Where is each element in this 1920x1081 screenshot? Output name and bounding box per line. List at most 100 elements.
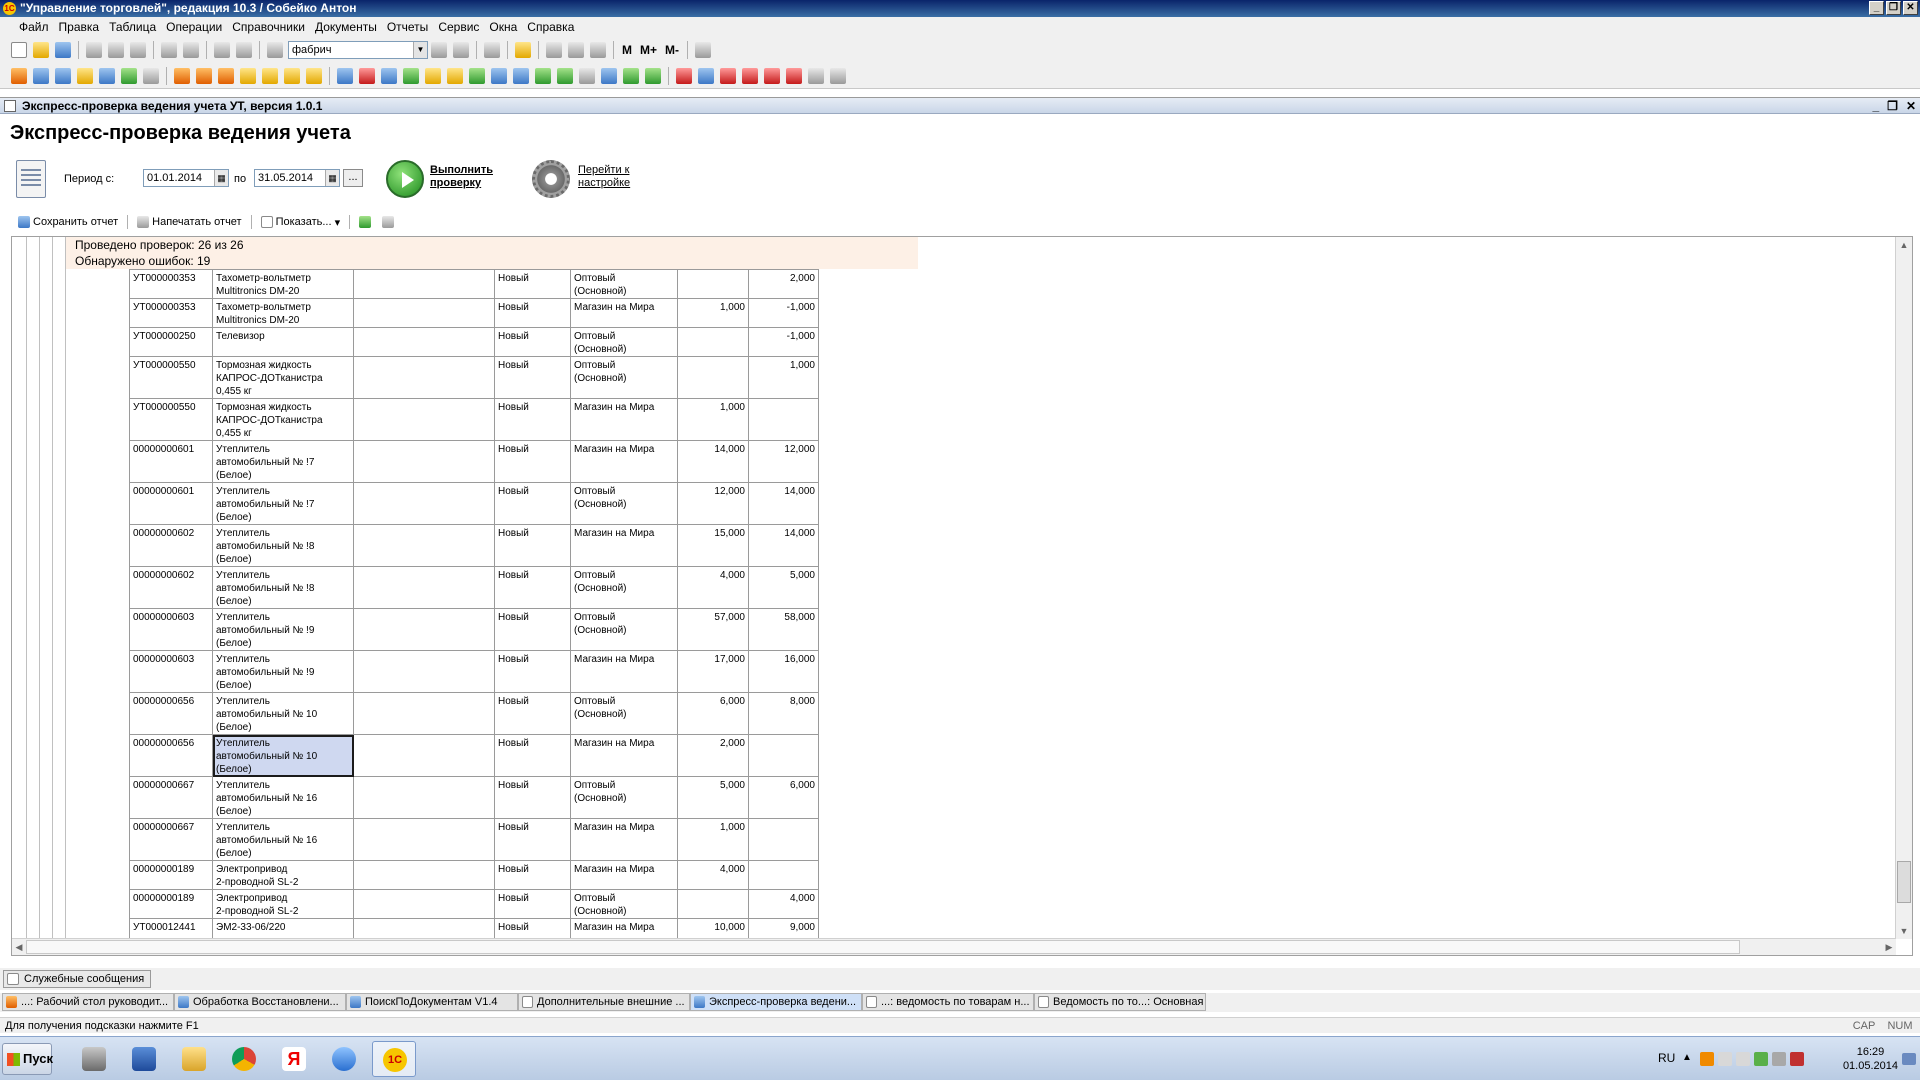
go-to-settings-link[interactable]: Перейти к настройке	[578, 164, 658, 190]
report-spreadsheet[interactable]: Проведено проверок: 26 из 26 Обнаружено …	[11, 236, 1913, 956]
row-warehouse-cell[interactable]: Магазин на Мира	[570, 860, 678, 890]
row-code-cell[interactable]: 00000000602	[129, 524, 213, 567]
row-empty-cell[interactable]	[353, 650, 495, 693]
document-icon[interactable]	[623, 67, 639, 84]
row-item-name-cell[interactable]: Утеплитель автомобильный № 16 (Белое)	[212, 776, 354, 819]
row-item-name-cell[interactable]: Тормозная жидкость КАПРОС-ДОТканистра 0,45…	[212, 356, 354, 399]
memory-minus-button[interactable]: M-	[665, 43, 679, 57]
row-empty-cell[interactable]	[353, 524, 495, 567]
row-code-cell[interactable]: 00000000667	[129, 818, 213, 861]
row-status-cell[interactable]: Новый	[494, 440, 571, 483]
horizontal-scroll-thumb[interactable]	[26, 940, 1740, 954]
catalog-icon[interactable]	[55, 67, 71, 84]
row-status-cell[interactable]: Новый	[494, 818, 571, 861]
row-empty-cell[interactable]	[353, 889, 495, 919]
print-preview-icon[interactable]	[183, 42, 199, 58]
row-empty-cell[interactable]	[353, 482, 495, 525]
row-warehouse-cell[interactable]: Оптовый (Основной)	[570, 356, 678, 399]
run-check-icon[interactable]	[386, 160, 424, 198]
calendar-icon[interactable]	[546, 42, 562, 58]
row-quantity-cell[interactable]	[748, 860, 819, 890]
order-icon[interactable]	[196, 67, 212, 84]
row-item-name-cell[interactable]: Утеплитель автомобильный № !7 (Белое)	[212, 482, 354, 525]
menu-documents[interactable]: Документы	[310, 20, 382, 34]
row-quantity-cell[interactable]: -1,000	[748, 327, 819, 357]
row-status-cell[interactable]: Новый	[494, 298, 571, 328]
row-status-cell[interactable]: Новый	[494, 482, 571, 525]
window-tab[interactable]: Дополнительные внешние ...	[518, 993, 690, 1011]
print-report-button[interactable]: Напечатать отчет	[133, 216, 245, 228]
row-status-cell[interactable]: Новый	[494, 398, 571, 441]
row-empty-cell[interactable]	[353, 327, 495, 357]
report-icon[interactable]	[830, 67, 846, 84]
row-warehouse-cell[interactable]: Магазин на Мира	[570, 524, 678, 567]
row-quantity-cell[interactable]: 57,000	[677, 608, 749, 651]
find-next-icon[interactable]	[431, 42, 447, 58]
menu-table[interactable]: Таблица	[104, 20, 161, 34]
memory-plus-button[interactable]: M+	[640, 43, 657, 57]
table-row[interactable]: УТ000000550 Тормозная жидкость КАПРОС-ДОТк…	[129, 356, 819, 399]
row-code-cell[interactable]: УТ000000250	[129, 327, 213, 357]
row-code-cell[interactable]: УТ000000353	[129, 269, 213, 299]
row-quantity-cell[interactable]	[748, 734, 819, 777]
save-report-button[interactable]: Сохранить отчет	[14, 216, 122, 228]
row-item-name-cell[interactable]: Тахометр-вольтметр Multitronics DM-20	[212, 269, 354, 299]
period-to-input[interactable]: 31.05.2014 ▦	[254, 169, 340, 187]
row-code-cell[interactable]: УТ000000550	[129, 398, 213, 441]
row-code-cell[interactable]: 00000000667	[129, 776, 213, 819]
row-warehouse-cell[interactable]: Оптовый (Основной)	[570, 692, 678, 735]
row-warehouse-cell[interactable]: Оптовый (Основной)	[570, 608, 678, 651]
taskbar-app-chrome[interactable]	[222, 1041, 266, 1077]
info-icon[interactable]	[515, 42, 531, 58]
row-quantity-cell[interactable]: 15,000	[677, 524, 749, 567]
coins-icon[interactable]	[306, 67, 322, 84]
table-row[interactable]: 00000000601 Утеплитель автомобильный № !7 (…	[129, 440, 819, 483]
service-messages-button[interactable]: Служебные сообщения	[3, 970, 152, 988]
menu-reports[interactable]: Отчеты	[382, 20, 433, 34]
menu-operations[interactable]: Операции	[161, 20, 227, 34]
run-check-link[interactable]: Выполнить проверку	[430, 164, 510, 190]
search-input[interactable]: фабрич ▼	[288, 41, 428, 59]
row-empty-cell[interactable]	[353, 356, 495, 399]
row-code-cell[interactable]: УТ000000353	[129, 298, 213, 328]
tray-app-icon[interactable]	[1772, 1052, 1786, 1066]
menu-windows[interactable]: Окна	[484, 20, 522, 34]
save-icon[interactable]	[55, 42, 71, 58]
row-item-name-cell[interactable]: Утеплитель автомобильный № 10 (Белое)	[212, 692, 354, 735]
table-row[interactable]: 00000000602 Утеплитель автомобильный № !8 (…	[129, 524, 819, 567]
desktop-icon[interactable]	[11, 67, 27, 84]
row-warehouse-cell[interactable]: Оптовый (Основной)	[570, 269, 678, 299]
table-row[interactable]: 00000000189 Электропривод 2-проводной SL-2…	[129, 860, 819, 890]
report-icon[interactable]	[742, 67, 758, 84]
row-empty-cell[interactable]	[353, 860, 495, 890]
window-tab-active[interactable]: Экспресс-проверка ведени...	[690, 993, 862, 1011]
edit-icon[interactable]	[143, 67, 159, 84]
taskbar-app-powershell[interactable]	[122, 1041, 166, 1077]
table-row[interactable]: УТ000000353 Тахометр-вольтметр Multitronic…	[129, 298, 819, 328]
row-quantity-cell[interactable]: 1,000	[677, 298, 749, 328]
row-status-cell[interactable]: Новый	[494, 269, 571, 299]
window-tab[interactable]: ...: Рабочий стол руководит...	[2, 993, 174, 1011]
cut-icon[interactable]	[86, 42, 102, 58]
row-quantity-cell[interactable]: 6,000	[677, 692, 749, 735]
undo-icon[interactable]	[214, 42, 230, 58]
report-icon[interactable]	[676, 67, 692, 84]
row-status-cell[interactable]: Новый	[494, 608, 571, 651]
row-code-cell[interactable]: 00000000189	[129, 889, 213, 919]
row-warehouse-cell[interactable]: Магазин на Мира	[570, 298, 678, 328]
table-row[interactable]: 00000000602 Утеплитель автомобильный № !8 (…	[129, 566, 819, 609]
printer-icon[interactable]	[77, 67, 93, 84]
row-item-name-cell[interactable]: Телевизор	[212, 327, 354, 357]
row-item-name-cell[interactable]: Тормозная жидкость КАПРОС-ДОТканистра 0,45…	[212, 398, 354, 441]
row-quantity-cell[interactable]: 1,000	[748, 356, 819, 399]
taskbar-app-yandex[interactable]: Я	[272, 1041, 316, 1077]
menu-edit[interactable]: Правка	[54, 20, 105, 34]
row-code-cell[interactable]: УТ000000550	[129, 356, 213, 399]
row-status-cell[interactable]: Новый	[494, 889, 571, 919]
document-icon[interactable]	[381, 67, 397, 84]
row-empty-cell[interactable]	[353, 440, 495, 483]
flag-icon[interactable]	[1718, 1052, 1732, 1066]
row-quantity-cell[interactable]	[677, 269, 749, 299]
row-empty-cell[interactable]	[353, 398, 495, 441]
document-icon[interactable]	[359, 67, 375, 84]
